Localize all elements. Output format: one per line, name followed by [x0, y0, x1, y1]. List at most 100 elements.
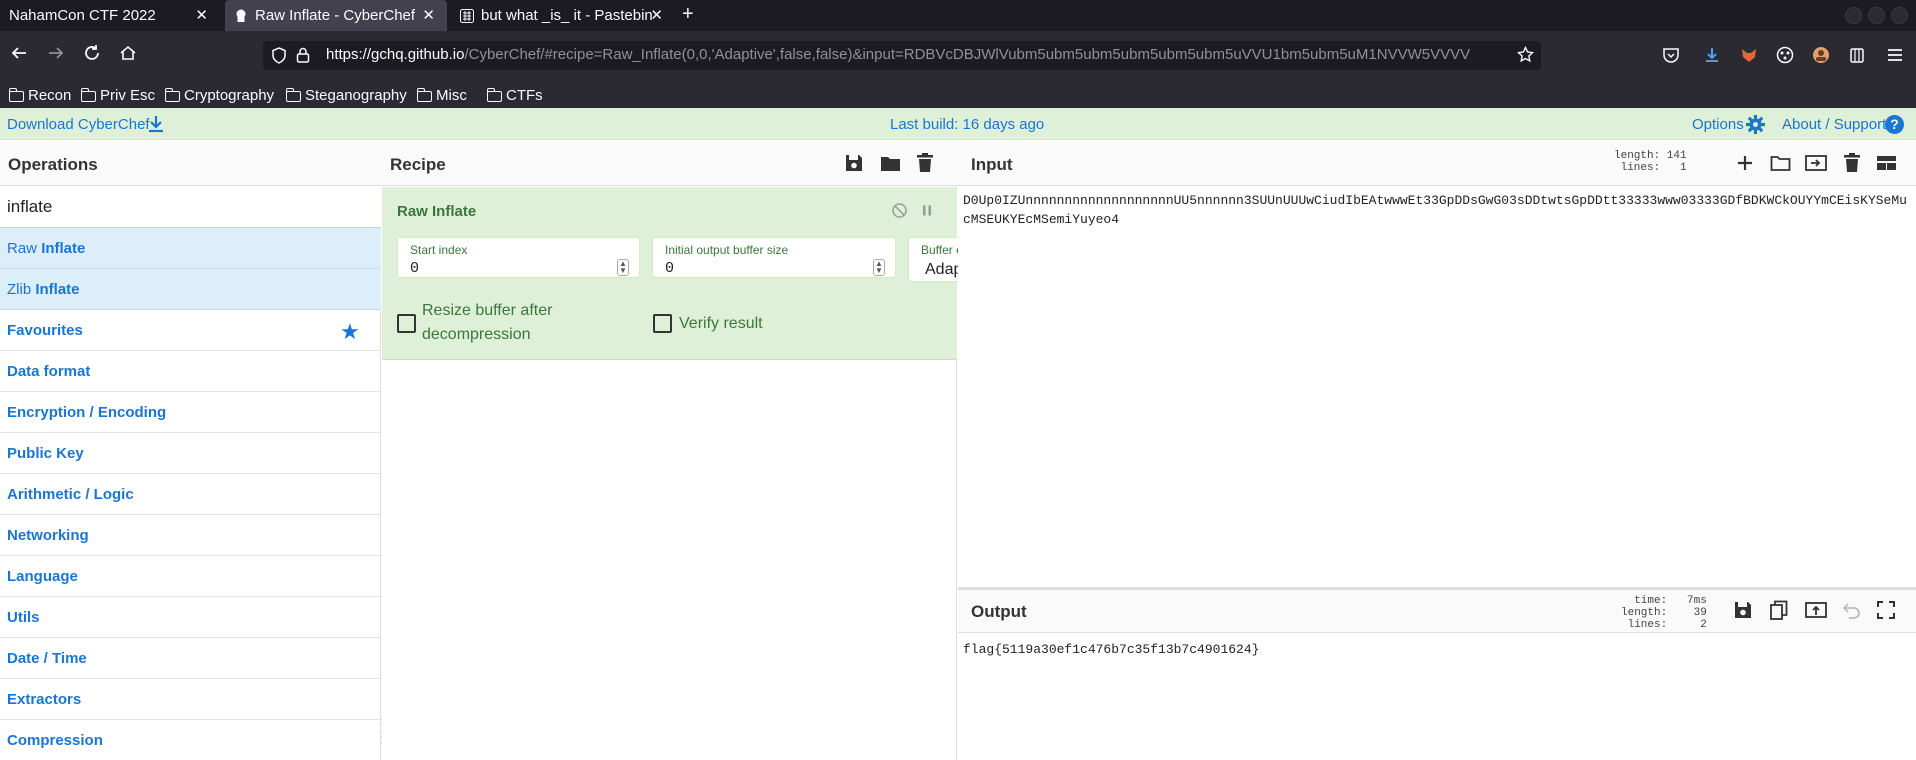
bookmark-label: Misc	[436, 87, 467, 104]
maximize-window-button[interactable]	[1868, 7, 1885, 24]
clear-recipe-trash-icon[interactable]	[916, 153, 936, 173]
downloads-icon[interactable]	[1703, 46, 1721, 64]
category-label: Networking	[7, 527, 89, 544]
tab-nahamcon[interactable]: NahamCon CTF 2022 ✕	[0, 0, 220, 31]
home-icon[interactable]	[119, 44, 137, 65]
resize-buffer-label[interactable]: Resize buffer after decompression	[422, 299, 582, 347]
reset-layout-icon[interactable]	[1876, 153, 1896, 173]
initial-output-buffer-size-field[interactable]: Initial output buffer size 0 ▲ ▼	[652, 237, 896, 278]
category-arithmetic-logic[interactable]: Arithmetic / Logic	[0, 474, 381, 515]
foxyproxy-icon[interactable]	[1740, 46, 1758, 64]
category-networking[interactable]: Networking	[0, 515, 381, 556]
pause-operation-icon[interactable]	[920, 202, 934, 222]
help-icon[interactable]: ?	[1885, 115, 1904, 134]
verify-result-checkbox[interactable]	[653, 314, 672, 333]
address-bar[interactable]: https://gchq.github.io/CyberChef/#recipe…	[263, 41, 1541, 70]
category-data-format[interactable]: Data format	[0, 351, 381, 392]
bookmark-ctfs[interactable]: CTFs	[486, 83, 543, 108]
category-label: Data format	[7, 363, 91, 380]
op-result-zlib-inflate[interactable]: Zlib Inflate	[0, 269, 381, 310]
close-tab-icon[interactable]: ✕	[422, 6, 435, 24]
op-result-raw-inflate[interactable]: Raw Inflate	[0, 228, 381, 269]
download-cyberchef-link[interactable]: Download CyberChef	[7, 116, 150, 133]
lock-icon[interactable]	[296, 47, 310, 66]
input-textarea[interactable]: D0Up0IZUnnnnnnnnnnnnnnnnnnnUU5nnnnnn3SUU…	[963, 191, 1911, 229]
close-window-button[interactable]	[1891, 7, 1908, 24]
undo-icon[interactable]	[1841, 600, 1861, 620]
wappalyzer-icon[interactable]	[1776, 46, 1794, 64]
about-support-link[interactable]: About / Support	[1782, 116, 1886, 133]
save-recipe-icon[interactable]	[844, 153, 864, 173]
url-path: /CyberChef/#recipe=Raw_Inflate(0,0,'Adap…	[464, 46, 1471, 63]
close-tab-icon[interactable]: ✕	[195, 6, 208, 24]
replace-input-with-output-icon[interactable]	[1805, 600, 1827, 620]
output-textarea[interactable]: flag{5119a30ef1c476b7c35f13b7c4901624}	[963, 642, 1259, 657]
op-result-prefix: Zlib	[7, 281, 36, 298]
category-date-time[interactable]: Date / Time	[0, 638, 381, 679]
category-language[interactable]: Language	[0, 556, 381, 597]
maximise-output-icon[interactable]	[1876, 600, 1896, 620]
close-tab-icon[interactable]: ✕	[650, 6, 663, 24]
add-input-tab-icon[interactable]	[1735, 153, 1755, 173]
operations-header: Operations	[0, 141, 381, 186]
menu-icon[interactable]	[1886, 46, 1904, 64]
category-extractors[interactable]: Extractors	[0, 679, 381, 720]
bookmark-label: Recon	[28, 87, 72, 104]
disable-operation-icon[interactable]	[891, 202, 908, 222]
clear-input-trash-icon[interactable]	[1843, 153, 1863, 173]
tab-pastebin[interactable]: but what _is_ it - Pastebin ✕	[451, 0, 671, 31]
url-host: https://gchq.github.io	[326, 46, 465, 63]
minimize-window-button[interactable]	[1845, 7, 1862, 24]
category-label: Extractors	[7, 691, 82, 708]
start-index-field[interactable]: Start index 0 ▲ ▼	[397, 237, 640, 278]
profile-extension-icon[interactable]	[1812, 46, 1830, 64]
bookmarks-toolbar: Recon Priv Esc Cryptography Steganograph…	[0, 83, 1916, 108]
tab-title: NahamCon CTF 2022	[9, 7, 156, 24]
copy-output-icon[interactable]	[1769, 600, 1789, 620]
bookmark-star-icon[interactable]	[1516, 45, 1535, 66]
load-recipe-folder-icon[interactable]	[880, 153, 900, 173]
category-encryption-encoding[interactable]: Encryption / Encoding	[0, 392, 381, 433]
gear-icon[interactable]	[1745, 114, 1766, 138]
verify-result-label[interactable]: Verify result	[679, 312, 763, 336]
category-favourites[interactable]: Favourites ★	[0, 310, 381, 351]
op-result-match: Inflate	[35, 281, 80, 298]
output-stats: time: 7ms length: 39 lines: 2	[1621, 595, 1707, 631]
pocket-icon[interactable]	[1662, 46, 1680, 64]
url-text[interactable]: https://gchq.github.io/CyberChef/#recipe…	[326, 46, 1506, 63]
options-link[interactable]: Options	[1692, 116, 1744, 133]
save-output-icon[interactable]	[1733, 600, 1753, 620]
bookmark-recon[interactable]: Recon	[8, 83, 72, 108]
resize-buffer-checkbox[interactable]	[397, 314, 416, 333]
bookmark-priv-esc[interactable]: Priv Esc	[80, 83, 156, 108]
folder-icon	[416, 88, 432, 102]
category-compression[interactable]: Compression	[0, 720, 381, 760]
new-tab-button[interactable]: +	[682, 4, 694, 24]
bookmark-steganography[interactable]: Steganography	[285, 83, 407, 108]
category-label: Encryption / Encoding	[7, 404, 167, 421]
download-icon[interactable]	[148, 115, 164, 136]
open-file-icon[interactable]	[1805, 153, 1827, 173]
tab-cyberchef[interactable]: Raw Inflate - CyberChef ✕	[225, 0, 447, 31]
operation-title: Raw Inflate	[397, 203, 477, 220]
operations-search-input[interactable]	[0, 186, 381, 228]
bookmark-cryptography[interactable]: Cryptography	[164, 83, 274, 108]
category-utils[interactable]: Utils	[0, 597, 381, 638]
category-public-key[interactable]: Public Key	[0, 433, 381, 474]
op-result-match: Inflate	[41, 240, 86, 257]
forward-icon[interactable]	[47, 44, 65, 65]
bookmark-label: Priv Esc	[100, 87, 156, 104]
recipe-operation-raw-inflate[interactable]: Raw Inflate Start index 0 ▲ ▼ Initial out…	[382, 187, 1009, 360]
number-spinner-icon[interactable]: ▲ ▼	[617, 259, 629, 276]
number-spinner-icon[interactable]: ▲ ▼	[873, 259, 885, 276]
back-icon[interactable]	[10, 44, 28, 65]
output-header: Output time: 7ms length: 39 lines: 2	[958, 590, 1916, 633]
star-icon: ★	[340, 319, 360, 344]
tab-title: but what _is_ it - Pastebin	[481, 7, 653, 24]
bookmark-label: Steganography	[305, 87, 407, 104]
open-folder-icon[interactable]	[1770, 153, 1791, 173]
extensions-icon[interactable]	[1848, 46, 1866, 64]
bookmark-misc[interactable]: Misc	[416, 83, 467, 108]
reload-icon[interactable]	[83, 44, 101, 65]
shield-icon[interactable]	[271, 47, 287, 67]
